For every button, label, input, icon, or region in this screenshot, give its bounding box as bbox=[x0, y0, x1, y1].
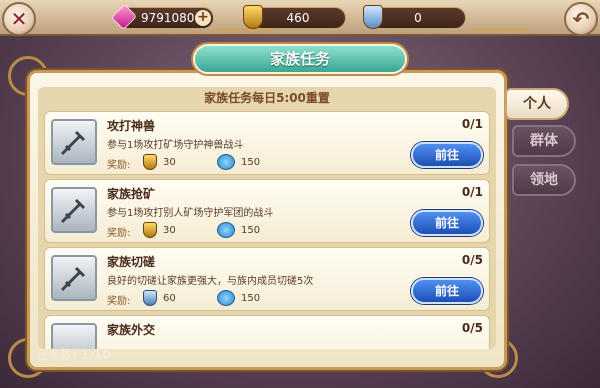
go-button[interactable]: 前往 bbox=[411, 142, 483, 168]
task-progress: 0/1 bbox=[461, 185, 483, 199]
coin-icon bbox=[217, 222, 235, 238]
go-button[interactable]: 前往 bbox=[411, 210, 483, 236]
sword-icon bbox=[51, 255, 97, 301]
add-gems-button[interactable]: + bbox=[195, 10, 211, 26]
back-arrow-icon: ↶ bbox=[572, 7, 590, 31]
page-title: 家族任务 bbox=[193, 44, 407, 74]
go-button[interactable]: 前往 bbox=[411, 278, 483, 304]
reward-badge-value: 30 bbox=[163, 157, 176, 168]
task-row: 家族外交 0/5 bbox=[44, 315, 490, 349]
task-progress: 0/5 bbox=[461, 253, 483, 267]
task-title: 攻打神兽 bbox=[107, 119, 156, 133]
gold-badge-counter: 460 bbox=[243, 5, 346, 29]
task-title: 家族外交 bbox=[107, 323, 156, 337]
reward-label: 奖励: bbox=[107, 296, 131, 307]
task-count: 任务数: 1/10 bbox=[36, 346, 110, 363]
reward-coin-value: 150 bbox=[241, 293, 261, 304]
reward-label: 奖励: bbox=[107, 160, 131, 171]
task-count-value: 1/10 bbox=[81, 348, 111, 362]
back-button[interactable]: ↶ bbox=[564, 2, 598, 36]
tab-group[interactable]: 群体 bbox=[512, 125, 576, 157]
task-description: 参与1场攻打矿场守护神兽战斗 bbox=[107, 140, 244, 151]
blue-badge-value: 0 bbox=[414, 11, 422, 25]
sword-icon bbox=[51, 119, 97, 165]
task-count-label: 任务数: bbox=[36, 348, 77, 362]
reward-badge-value: 60 bbox=[163, 293, 176, 304]
gem-icon bbox=[110, 3, 138, 31]
blue-badge-icon bbox=[143, 290, 157, 306]
task-title: 家族抢矿 bbox=[107, 187, 156, 201]
reward-coin-value: 150 bbox=[241, 225, 261, 236]
tab-personal[interactable]: 个人 bbox=[505, 88, 569, 120]
task-description: 良好的切磋让家族更强大，与族内成员切磋5次 bbox=[107, 276, 314, 287]
task-progress: 0/5 bbox=[461, 321, 483, 335]
task-title: 家族切磋 bbox=[107, 255, 156, 269]
gem-value: 9791080 bbox=[141, 11, 195, 25]
reset-notice: 家族任务每日5:00重置 bbox=[204, 91, 330, 105]
gold-badge-icon bbox=[143, 154, 157, 170]
reward-coin-value: 150 bbox=[241, 157, 261, 168]
task-row: 家族抢矿 0/1 参与1场攻打别人矿场守护军团的战斗 奖励: 30 150 前往 bbox=[44, 179, 490, 243]
reward-label: 奖励: bbox=[107, 228, 131, 239]
sword-icon bbox=[51, 187, 97, 233]
bar-flourish bbox=[470, 28, 530, 32]
task-list[interactable]: 家族任务每日5:00重置 攻打神兽 0/1 参与1场攻打矿场守护神兽战斗 奖励:… bbox=[38, 87, 496, 349]
close-icon: ✕ bbox=[10, 7, 28, 31]
task-panel: 家族任务每日5:00重置 攻打神兽 0/1 参与1场攻打矿场守护神兽战斗 奖励:… bbox=[27, 70, 507, 370]
tab-territory[interactable]: 领地 bbox=[512, 164, 576, 196]
gem-counter: 9791080 + bbox=[110, 3, 214, 31]
reward-badge-value: 30 bbox=[163, 225, 176, 236]
coin-icon bbox=[217, 154, 235, 170]
task-row: 攻打神兽 0/1 参与1场攻打矿场守护神兽战斗 奖励: 30 150 前往 bbox=[44, 111, 490, 175]
coin-icon bbox=[217, 290, 235, 306]
task-description: 参与1场攻打别人矿场守护军团的战斗 bbox=[107, 208, 274, 219]
task-row: 家族切磋 0/5 良好的切磋让家族更强大，与族内成员切磋5次 奖励: 60 15… bbox=[44, 247, 490, 311]
gold-badge-value: 460 bbox=[286, 11, 310, 25]
blue-badge-counter: 0 bbox=[363, 5, 466, 29]
gold-badge-icon bbox=[143, 222, 157, 238]
task-progress: 0/1 bbox=[461, 117, 483, 131]
close-button[interactable]: ✕ bbox=[2, 2, 36, 36]
resource-bar: 9791080 + 460 0 bbox=[0, 0, 600, 36]
